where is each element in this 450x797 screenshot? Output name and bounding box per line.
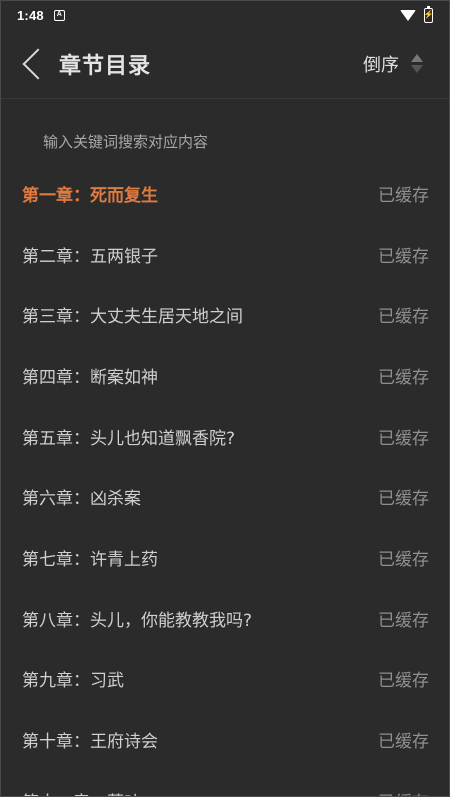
- screen: 1:48 A ⚡ 章节目录 倒序 输入关键词搜索对应内容 第一章：死而复生 已缓…: [0, 0, 450, 797]
- chapter-row[interactable]: 第十章：王府诗会 已缓存: [1, 709, 449, 770]
- chapter-title: 第一章：死而复生: [22, 185, 158, 206]
- sort-icon: [411, 54, 423, 73]
- chapter-title: 第九章：习武: [22, 671, 124, 692]
- chapter-title: 第四章：断案如神: [22, 367, 158, 388]
- back-arrow-icon[interactable]: [22, 47, 54, 80]
- page-title: 章节目录: [59, 53, 152, 79]
- a-icon: A: [53, 9, 65, 21]
- triangle-up-icon: [411, 54, 423, 62]
- cache-status: 已缓存: [378, 307, 429, 328]
- chapter-row[interactable]: 第四章：断案如神 已缓存: [1, 345, 449, 406]
- cache-status: 已缓存: [378, 489, 429, 510]
- cache-status: 已缓存: [378, 610, 429, 631]
- chapter-title: 第五章：头儿也知道飘香院?: [22, 428, 236, 449]
- status-time: 1:48: [17, 7, 44, 23]
- battery-charging-icon: ⚡: [424, 5, 433, 23]
- chapter-row[interactable]: 第五章：头儿也知道飘香院? 已缓存: [1, 406, 449, 467]
- cache-status: 已缓存: [378, 428, 429, 449]
- search-input[interactable]: 输入关键词搜索对应内容: [43, 131, 208, 152]
- status-right: ⚡: [400, 5, 433, 23]
- cache-status: 已缓存: [378, 246, 429, 267]
- chapter-title: 第十一章：莫叶: [22, 788, 141, 796]
- chapter-title: 第三章：大丈夫生居天地之间: [22, 307, 243, 328]
- cache-status: 已缓存: [378, 367, 429, 388]
- sort-label: 倒序: [363, 54, 399, 76]
- chapter-row[interactable]: 第二章：五两银子 已缓存: [1, 224, 449, 285]
- cache-status: 已缓存: [378, 185, 429, 206]
- cache-status: 已缓存: [378, 732, 429, 753]
- chapter-title: 第六章：凶杀案: [22, 489, 141, 510]
- status-bar: 1:48 A ⚡: [1, 1, 449, 29]
- sort-toggle[interactable]: 倒序: [363, 51, 423, 77]
- cache-status: 已缓存: [378, 549, 429, 570]
- cache-status: 已缓存: [378, 671, 429, 692]
- top-app-bar: 章节目录 倒序: [1, 29, 449, 99]
- chapter-title: 第十章：王府诗会: [22, 732, 158, 753]
- chapter-row[interactable]: 第三章：大丈夫生居天地之间 已缓存: [1, 284, 449, 345]
- chapter-row[interactable]: 第七章：许青上药 已缓存: [1, 527, 449, 588]
- chapter-list: 第一章：死而复生 已缓存 第二章：五两银子 已缓存 第三章：大丈夫生居天地之间 …: [1, 163, 449, 796]
- chapter-title: 第八章：头儿，你能教教我吗?: [22, 610, 253, 631]
- chapter-row[interactable]: 第十一章：莫叶 已缓存: [1, 770, 449, 796]
- chapter-title: 第七章：许青上药: [22, 549, 158, 570]
- cache-status: 已缓存: [378, 788, 429, 796]
- chapter-row[interactable]: 第八章：头儿，你能教教我吗? 已缓存: [1, 588, 449, 649]
- triangle-down-icon: [411, 65, 423, 73]
- chapter-row[interactable]: 第一章：死而复生 已缓存: [1, 163, 449, 224]
- chapter-row[interactable]: 第九章：习武 已缓存: [1, 649, 449, 710]
- wifi-icon: [400, 9, 416, 21]
- chapter-row[interactable]: 第六章：凶杀案 已缓存: [1, 466, 449, 527]
- chapter-title: 第二章：五两银子: [22, 246, 158, 267]
